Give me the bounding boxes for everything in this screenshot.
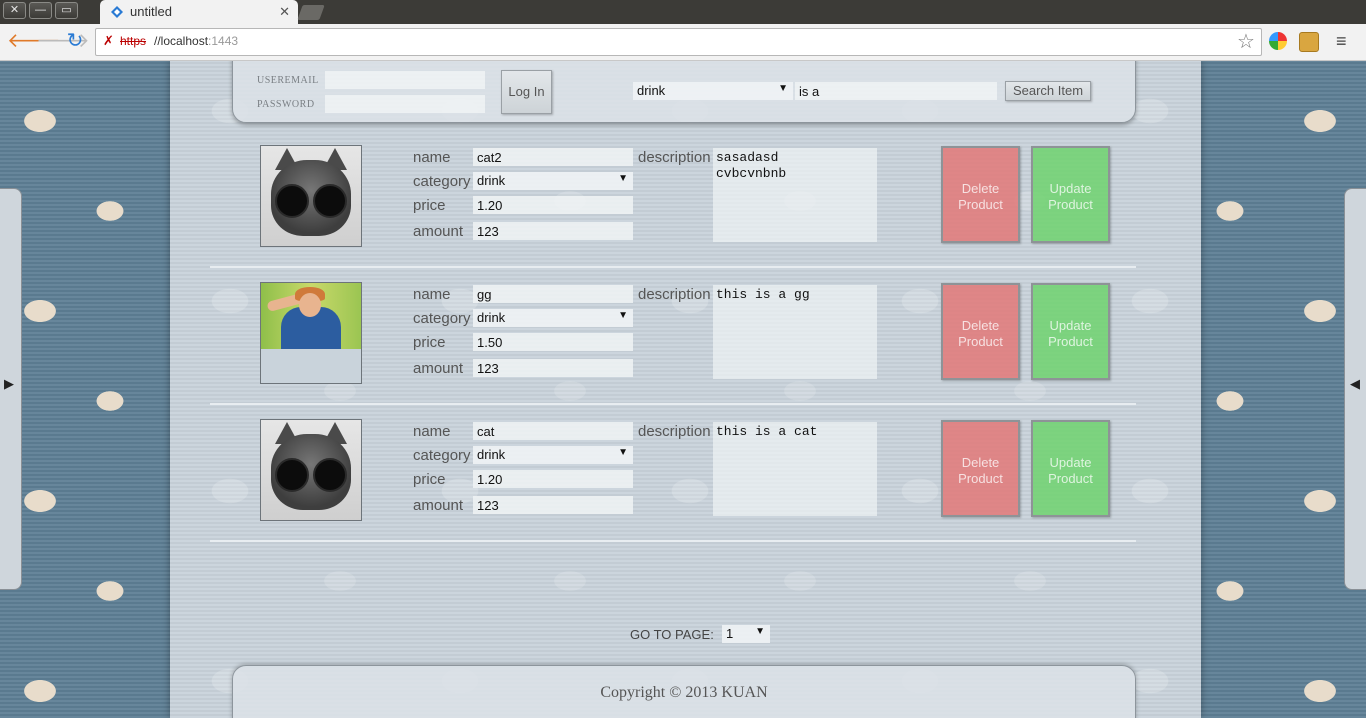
footer-panel: Copyright © 2013 KUAN [232,665,1136,718]
price-label: price [413,334,446,351]
minimize-window-button[interactable]: — [29,2,52,19]
price-label: price [413,197,446,214]
name-input[interactable] [473,422,633,440]
category-value: drink [477,310,506,325]
description-textarea[interactable]: this is a gg [713,285,877,379]
description-textarea[interactable]: this is a cat [713,422,877,516]
chevron-down-icon: ▼ [778,83,788,94]
login-search-panel: USEREMAIL PASSWORD Log In drink ▼ Search… [232,61,1136,123]
price-input[interactable] [473,196,633,214]
chevron-down-icon: ▼ [755,626,765,637]
description-label: description [638,149,711,166]
main-content: USEREMAIL PASSWORD Log In drink ▼ Search… [170,61,1201,718]
name-label: name [413,423,451,440]
browser-tab[interactable]: untitled ✕ [100,0,298,24]
forward-icon[interactable]: 🡒 [36,30,90,52]
description-label: description [638,423,711,440]
chevron-down-icon: ▼ [618,310,628,321]
product-image [260,419,362,521]
maximize-window-button[interactable]: ▭ [55,2,78,19]
chevron-down-icon: ▼ [618,173,628,184]
category-label: category [413,310,471,327]
product-row: name category drink ▼ price amount descri… [210,145,1136,282]
copyright-text: Copyright © 2013 KUAN [600,684,768,701]
close-window-button[interactable]: ✕ [3,2,26,19]
password-input[interactable] [325,95,485,113]
tab-title: untitled [130,4,172,19]
right-drawer-handle[interactable]: ◀ [1344,188,1366,590]
row-divider [210,403,1136,405]
tab-close-icon[interactable]: ✕ [279,4,290,20]
product-row: name category drink ▼ price amount descri… [210,282,1136,419]
delete-product-button[interactable]: Delete Product [941,420,1020,517]
price-input[interactable] [473,470,633,488]
amount-input[interactable] [473,222,633,240]
url-scheme: https [120,34,147,48]
useremail-input[interactable] [325,71,485,89]
address-bar[interactable]: ✗ https //localhost:1443 [95,28,1262,56]
chevron-down-icon: ▼ [618,447,628,458]
price-input[interactable] [473,333,633,351]
useremail-label: USEREMAIL [257,75,319,86]
product-image [260,282,362,384]
tab-favicon-icon [111,6,123,18]
name-label: name [413,286,451,303]
extension-icon[interactable] [1269,32,1287,50]
category-value: drink [477,173,506,188]
delete-product-button[interactable]: Delete Product [941,146,1020,243]
back-icon[interactable]: 🡐 [7,30,61,52]
category-label: category [413,447,471,464]
update-product-button[interactable]: Update Product [1031,283,1110,380]
price-label: price [413,471,446,488]
search-input[interactable] [795,82,997,100]
search-item-button[interactable]: Search Item [1005,81,1091,101]
product-image [260,145,362,247]
name-input[interactable] [473,148,633,166]
cat-with-sunglasses-image [261,420,361,520]
delete-product-button[interactable]: Delete Product [941,283,1020,380]
amount-input[interactable] [473,496,633,514]
category-select[interactable]: drink ▼ [473,446,633,464]
password-label: PASSWORD [257,99,315,110]
description-textarea[interactable]: sasadasd cvbcvnbnb [713,148,877,242]
amount-input[interactable] [473,359,633,377]
cat-with-sunglasses-image [261,146,361,246]
insecure-lock-icon: ✗ [103,33,114,48]
login-button[interactable]: Log In [501,70,552,114]
page-value: 1 [726,626,734,641]
category-value: drink [477,447,506,462]
product-row: name category drink ▼ price amount descri… [210,419,1136,556]
url-host: //localhost:1443 [154,34,239,48]
browser-toolbar: 🡐 🡒 ↻ ✗ https //localhost:1443 ☆ ≡ [0,24,1366,61]
page-background: ▶ ◀ USEREMAIL PASSWORD Log In drink ▼ Se… [0,61,1366,718]
category-select[interactable]: drink ▼ [473,309,633,327]
expand-left-icon: ◀ [1350,376,1360,391]
search-category-value: drink [637,83,666,98]
menu-icon[interactable]: ≡ [1336,32,1347,50]
left-drawer-handle[interactable]: ▶ [0,188,22,590]
reload-icon[interactable]: ↻ [64,30,86,52]
goto-page-label: GO TO PAGE: [630,627,714,642]
name-label: name [413,149,451,166]
page-select[interactable]: 1 ▼ [722,625,770,643]
star-icon[interactable]: ☆ [1237,29,1255,54]
update-product-button[interactable]: Update Product [1031,146,1110,243]
row-divider [210,266,1136,268]
window-titlebar: ✕ — ▭ untitled ✕ [0,0,1366,24]
update-product-button[interactable]: Update Product [1031,420,1110,517]
amount-label: amount [413,223,464,240]
name-input[interactable] [473,285,633,303]
row-divider [210,540,1136,542]
amount-label: amount [413,360,464,377]
description-label: description [638,286,711,303]
category-select[interactable]: drink ▼ [473,172,633,190]
girl-in-denim-jacket-image [261,283,361,349]
search-category-select[interactable]: drink ▼ [633,82,793,100]
new-tab-button[interactable] [297,5,325,20]
amount-label: amount [413,497,464,514]
expand-right-icon: ▶ [4,376,14,391]
extension-folder-icon[interactable] [1299,32,1319,52]
category-label: category [413,173,471,190]
